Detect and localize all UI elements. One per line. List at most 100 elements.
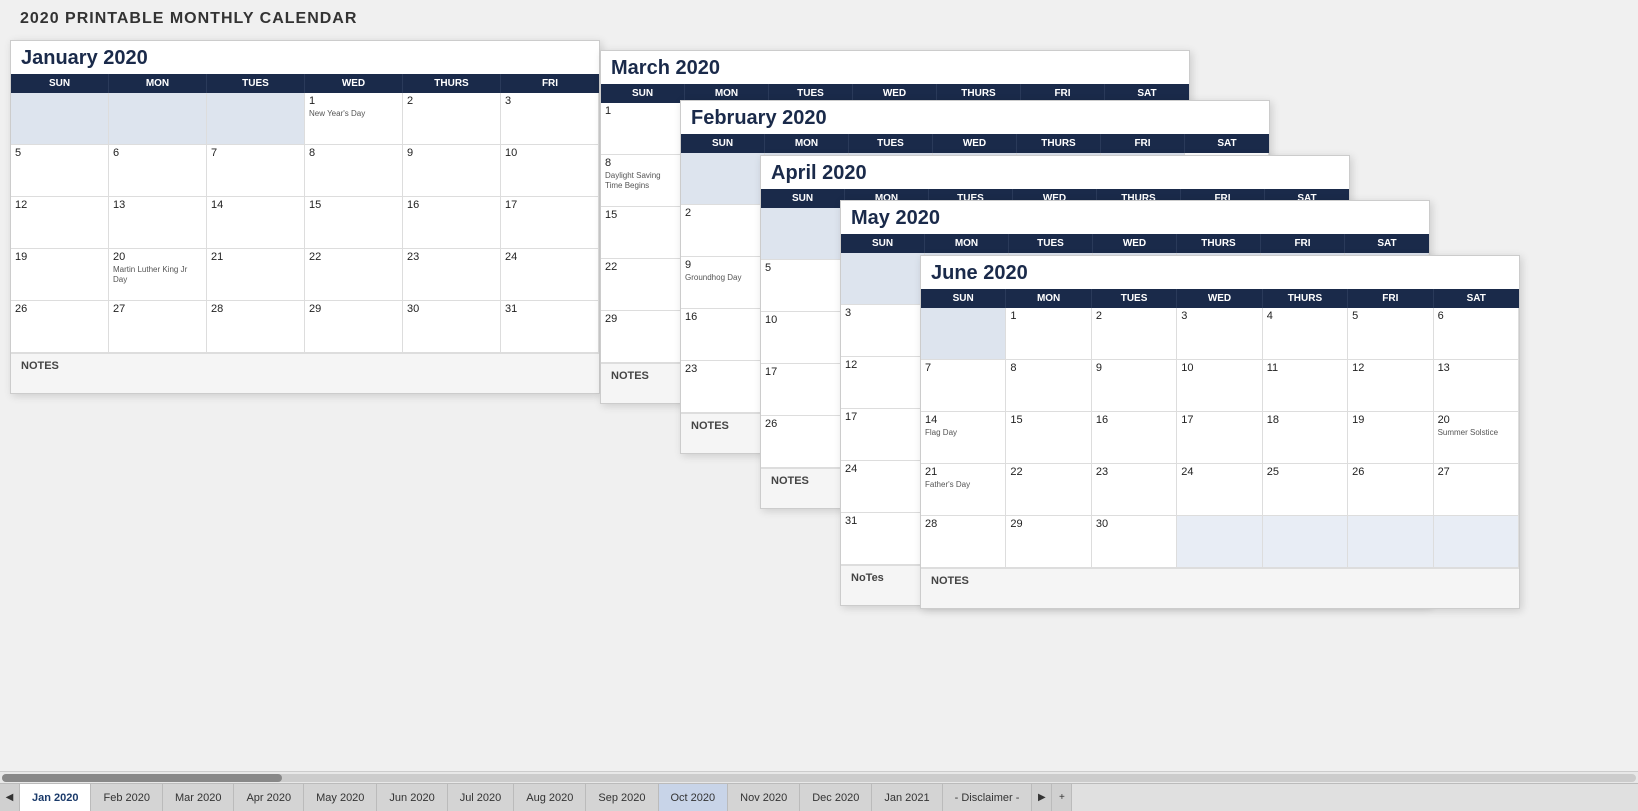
jan-fri: FRI [501,74,599,93]
cal-cell: 19 [11,249,109,301]
cal-cell: 22 [601,259,685,311]
may-header: SUN MON TUES WED THURS FRI SAT [841,234,1429,253]
tab-jan-2021[interactable]: Jan 2021 [872,784,942,811]
cal-cell: 24 [501,249,599,301]
cal-cell [109,93,207,145]
cal-cell: 26 [761,416,845,468]
cal-cell: 1 [601,103,685,155]
tab-oct-2020[interactable]: Oct 2020 [659,784,729,811]
jan-mon: MON [109,74,207,93]
jan-title: January 2020 [11,41,599,74]
cal-cell: 28 [921,516,1006,568]
cal-cell [761,208,845,260]
cal-cell: 23 [681,361,765,413]
cal-cell [1348,516,1433,568]
tab-may-2020[interactable]: May 2020 [304,784,377,811]
jan-tue: TUES [207,74,305,93]
jun-title: June 2020 [921,256,1519,289]
cal-cell: 30 [1092,516,1177,568]
cal-cell: 11 [1263,360,1348,412]
jan-sun: SUN [11,74,109,93]
jan-body: 1New Year's Day 2 3 5 6 7 8 9 10 12 13 1… [11,93,599,353]
mar-title: March 2020 [601,51,1189,84]
tab-add[interactable]: + [1052,784,1072,811]
tab-dec-2020[interactable]: Dec 2020 [800,784,872,811]
tab-scroll-right[interactable]: ▶ [1032,784,1052,811]
cal-cell: 29 [305,301,403,353]
tab-aug-2020[interactable]: Aug 2020 [514,784,586,811]
cal-cell: 24 [841,461,925,513]
cal-cell: 10 [501,145,599,197]
cal-cell: 23 [1092,464,1177,516]
cal-cell: 5 [1348,308,1433,360]
cal-cell: 21Father's Day [921,464,1006,516]
main-container: 2020 PRINTABLE MONTHLY CALENDAR January … [0,0,1638,811]
tab-scroll-left[interactable]: ◀ [0,784,20,811]
cal-cell: 29 [1006,516,1091,568]
tab-mar-2020[interactable]: Mar 2020 [163,784,234,811]
cal-cell: 17 [1177,412,1262,464]
tab-sep-2020[interactable]: Sep 2020 [586,784,658,811]
cal-cell: 15 [1006,412,1091,464]
tab-nov-2020[interactable]: Nov 2020 [728,784,800,811]
cal-cell [841,253,925,305]
cal-cell: 7 [921,360,1006,412]
cal-cell: 12 [841,357,925,409]
feb-title: February 2020 [681,101,1269,134]
cal-cell: 16 [403,197,501,249]
tab-bar: ◀ Jan 2020 Feb 2020 Mar 2020 Apr 2020 Ma… [0,783,1638,811]
cal-cell: 14Flag Day [921,412,1006,464]
cal-cell: 27 [1434,464,1519,516]
cal-cell [207,93,305,145]
jun-body: 1 2 3 4 5 6 7 8 9 10 11 12 13 14Flag Day… [921,308,1519,568]
cal-cell: 6 [1434,308,1519,360]
cal-cell: 16 [681,309,765,361]
cal-cell: 31 [501,301,599,353]
cal-cell [1177,516,1262,568]
horizontal-scrollbar[interactable] [0,771,1638,783]
cal-cell: 7 [207,145,305,197]
cal-cell: 26 [11,301,109,353]
tab-jul-2020[interactable]: Jul 2020 [448,784,515,811]
cal-cell: 23 [403,249,501,301]
cal-cell: 1New Year's Day [305,93,403,145]
cal-cell: 8Daylight Saving Time Begins [601,155,685,207]
cal-cell: 18 [1263,412,1348,464]
january-calendar: January 2020 SUN MON TUES WED THURS FRI … [10,40,600,394]
tab-jan-2020[interactable]: Jan 2020 [20,784,91,811]
cal-cell: 5 [11,145,109,197]
tab-feb-2020[interactable]: Feb 2020 [91,784,162,811]
scrollbar-track[interactable] [2,774,1636,782]
cal-cell: 15 [601,207,685,259]
jan-wed: WED [305,74,403,93]
cal-cell: 13 [109,197,207,249]
cal-cell [921,308,1006,360]
cal-cell: 31 [841,513,925,565]
cal-cell: 28 [207,301,305,353]
cal-cell: 12 [1348,360,1433,412]
cal-cell: 17 [761,364,845,416]
cal-cell: 22 [1006,464,1091,516]
cal-cell: 16 [1092,412,1177,464]
cal-cell: 12 [11,197,109,249]
cal-cell: 17 [841,409,925,461]
scrollbar-thumb[interactable] [2,774,282,782]
cal-cell [681,153,765,205]
cal-cell: 26 [1348,464,1433,516]
june-calendar: June 2020 SUN MON TUES WED THURS FRI SAT… [920,255,1520,609]
cal-cell: 8 [305,145,403,197]
cal-cell: 5 [761,260,845,312]
cal-cell: 10 [761,312,845,364]
cal-cell: 14 [207,197,305,249]
cal-cell: 22 [305,249,403,301]
tab-disclaimer[interactable]: - Disclaimer - [943,784,1033,811]
cal-cell: 3 [1177,308,1262,360]
tab-jun-2020[interactable]: Jun 2020 [377,784,447,811]
cal-cell: 15 [305,197,403,249]
cal-cell: 3 [841,305,925,357]
tab-apr-2020[interactable]: Apr 2020 [234,784,304,811]
cal-cell: 13 [1434,360,1519,412]
jan-notes: NOTES [11,353,599,393]
cal-cell: 19 [1348,412,1433,464]
cal-cell: 2 [1092,308,1177,360]
